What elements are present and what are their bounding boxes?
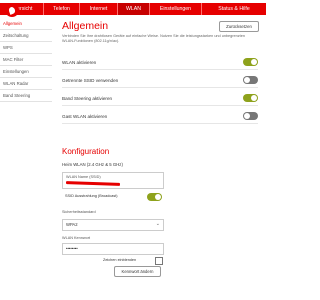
top-nav: Übersicht Telefon Internet WLAN Einstell… — [0, 3, 266, 15]
toggle-row-wlan: WLAN aktivieren — [62, 58, 258, 70]
band-steering-toggle[interactable] — [243, 94, 258, 102]
sidebar-item-wlan-radar[interactable]: WLAN Radar — [0, 78, 52, 90]
show-characters-row: Zeichen einblenden — [103, 257, 163, 265]
ssid-broadcast-label: SSID Ausstrahlung (Broadcast) — [65, 194, 118, 198]
separate-ssid-toggle[interactable] — [243, 76, 258, 84]
wlan-toggle[interactable] — [243, 58, 258, 66]
config-subhead: Heim WLAN (2.4 GHz & 5 GHz) — [62, 162, 123, 167]
reset-button[interactable]: Zurücksetzen — [219, 21, 259, 32]
nav-internet[interactable]: Internet — [80, 3, 118, 15]
toggle-row-band-steering: Band Steering aktivieren — [62, 94, 258, 106]
toggle-row-separate-ssid: Getrennte SSID verwenden — [62, 76, 258, 88]
security-select[interactable]: WPA2 ⌄ — [62, 219, 164, 231]
toggle-knob — [244, 77, 250, 83]
toggle-knob — [155, 194, 161, 200]
password-label: WLAN Kennwort — [62, 236, 91, 240]
toggle-knob — [244, 113, 250, 119]
sidebar-item-zeitschaltung[interactable]: Zeitschaltung — [0, 30, 52, 42]
nav-wlan[interactable]: WLAN — [118, 3, 150, 15]
ssid-broadcast-toggle[interactable] — [147, 193, 162, 201]
toggle-label: WLAN aktivieren — [62, 60, 97, 65]
change-password-button[interactable]: Kennwort ändern — [114, 266, 161, 277]
show-characters-label: Zeichen einblenden — [103, 258, 137, 262]
nav-status-help[interactable]: Status & Hilfe — [202, 3, 266, 15]
nav-telephone[interactable]: Telefon — [44, 3, 80, 15]
nav-settings[interactable]: Einstellungen — [150, 3, 202, 15]
password-field[interactable]: •••••••• — [62, 243, 164, 255]
ssid-name-field[interactable]: WLAN Name (SSID) — [62, 172, 164, 189]
sidebar-item-wps[interactable]: WPS — [0, 42, 52, 54]
toggle-label: Band Steering aktivieren — [62, 96, 113, 101]
sidebar-item-mac-filter[interactable]: MAC Filter — [0, 54, 52, 66]
ssid-name-label: WLAN Name (SSID) — [66, 175, 101, 179]
security-value: WPA2 — [66, 222, 78, 227]
vodafone-logo-icon[interactable] — [5, 3, 19, 17]
page-title: Allgemein — [62, 20, 109, 32]
sidebar-item-einstellungen[interactable]: Einstellungen — [0, 66, 52, 78]
security-label: Sicherheitsstandard — [62, 210, 96, 214]
ssid-broadcast-row: SSID Ausstrahlung (Broadcast) — [62, 192, 162, 202]
sidebar-item-band-steering[interactable]: Band Steering — [0, 90, 52, 102]
password-value: •••••••• — [66, 246, 78, 251]
toggle-row-guest-wlan: Gast WLAN aktivieren — [62, 112, 258, 124]
show-characters-checkbox[interactable] — [155, 257, 163, 265]
toggle-label: Gast WLAN aktivieren — [62, 114, 108, 119]
toggle-label: Getrennte SSID verwenden — [62, 78, 119, 83]
intro-text: Verbinden Sie Ihre drahtlosen Geräte auf… — [62, 34, 245, 43]
sidebar: Allgemein Zeitschaltung WPS MAC Filter E… — [0, 18, 52, 102]
toggle-knob — [251, 95, 257, 101]
chevron-down-icon: ⌄ — [155, 221, 160, 227]
sidebar-item-allgemein[interactable]: Allgemein — [0, 18, 52, 30]
guest-wlan-toggle[interactable] — [243, 112, 258, 120]
toggle-knob — [251, 59, 257, 65]
redacted-ssid-value — [65, 181, 121, 186]
section-title-konfiguration: Konfiguration — [62, 147, 110, 156]
